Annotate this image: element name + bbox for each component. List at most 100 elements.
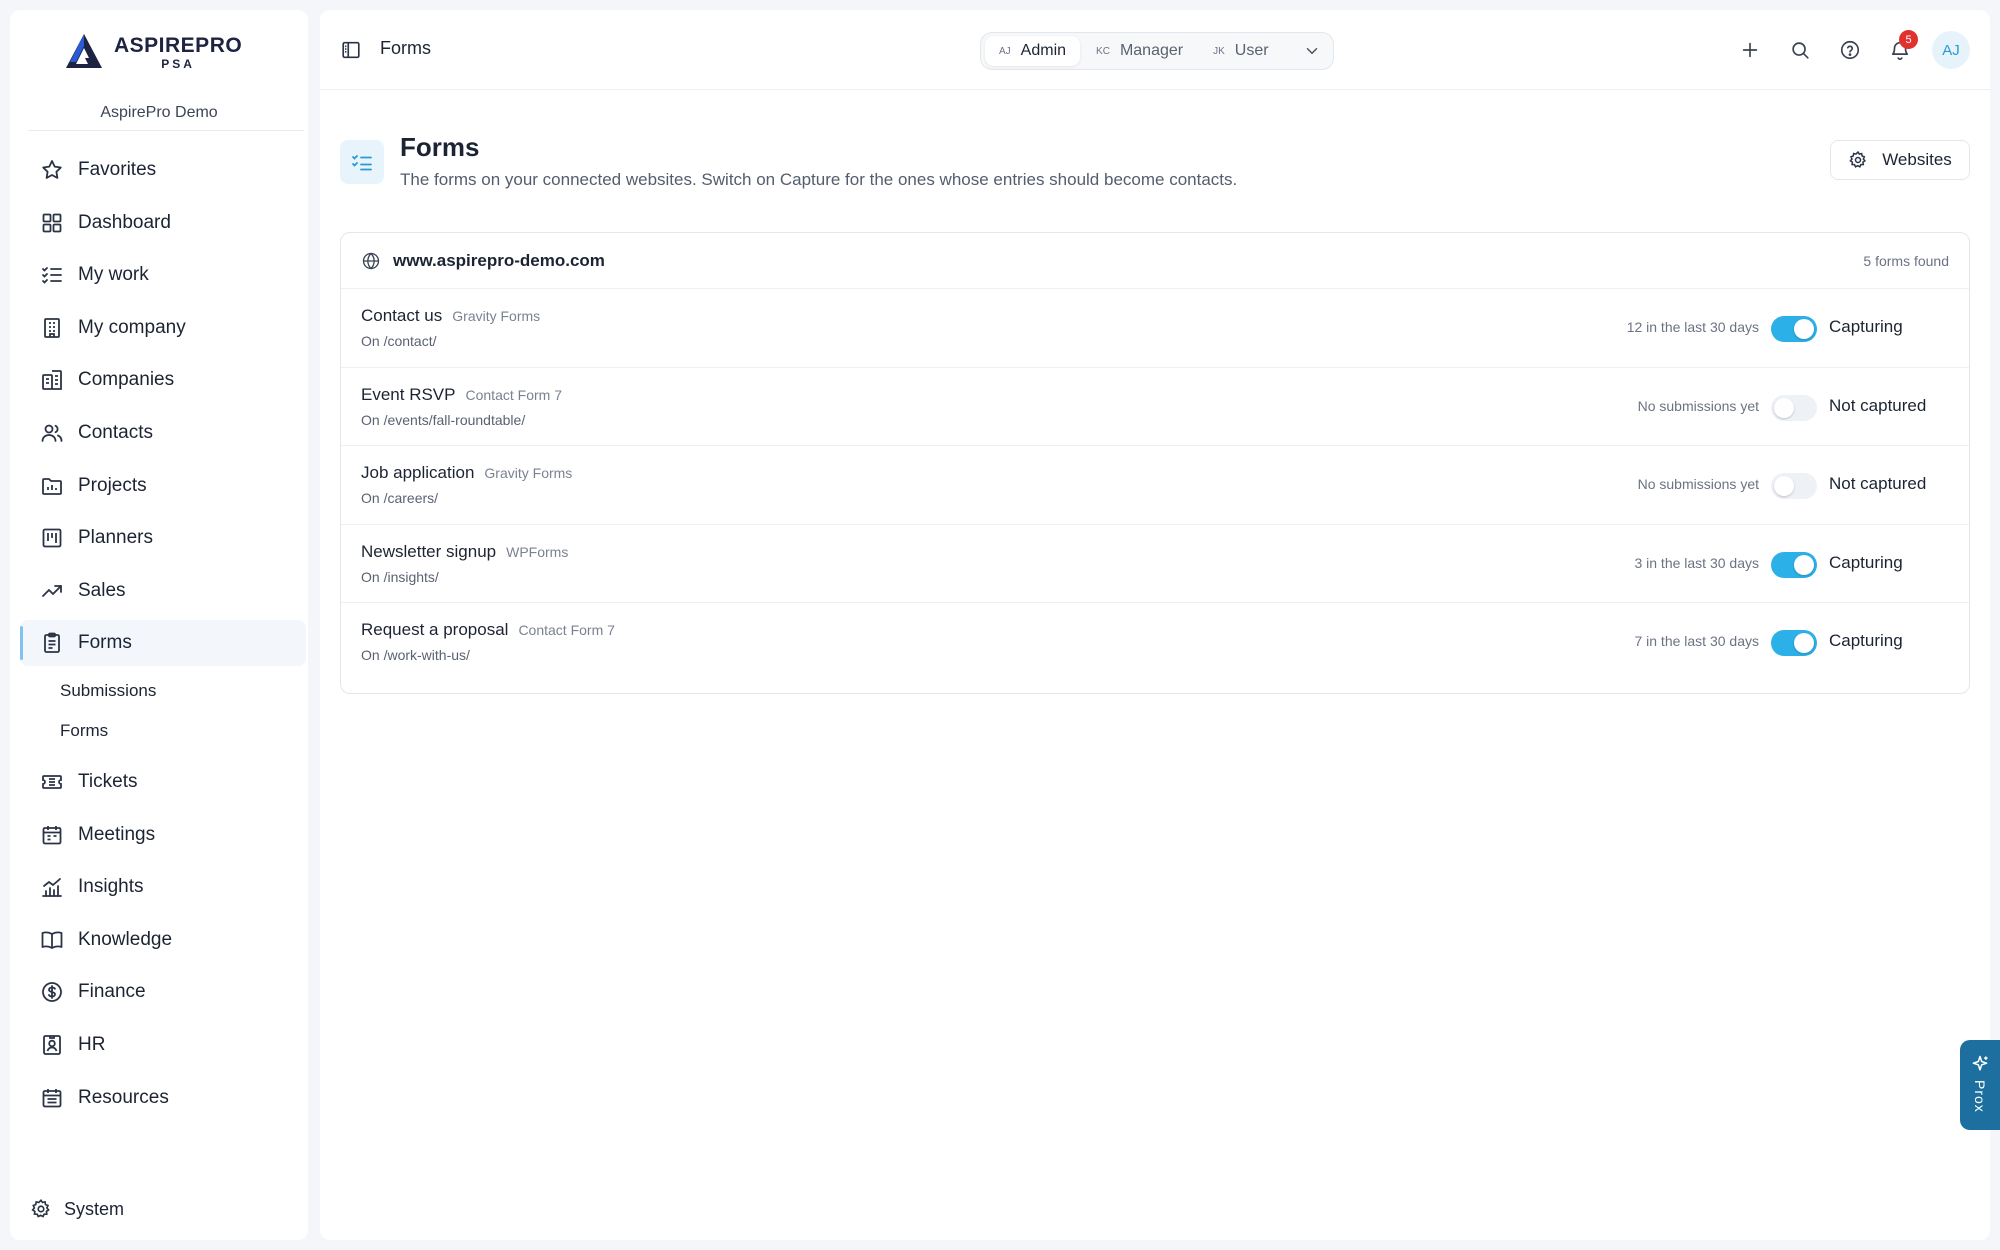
submenu-item-forms[interactable]: Forms [20, 711, 306, 751]
form-plugin: WPForms [506, 543, 569, 560]
websites-button[interactable]: Websites [1830, 140, 1970, 180]
breadcrumb: Forms [380, 38, 431, 58]
form-submission-stat: 7 in the last 30 days [1634, 633, 1759, 650]
plus-icon [1742, 42, 1758, 58]
form-path: On /events/fall-roundtable/ [361, 411, 526, 428]
sidebar-item-label: My work [78, 264, 149, 286]
sidebar-item-sales[interactable]: Sales [20, 568, 306, 614]
role-name: Manager [1119, 42, 1184, 59]
sidebar-item-my-company[interactable]: My company [20, 305, 306, 351]
search-button[interactable] [1780, 30, 1820, 70]
sidebar-item-label: Planners [78, 527, 153, 549]
help-icon [1840, 40, 1860, 60]
form-path: On /contact/ [361, 333, 437, 349]
clipboard-icon [44, 632, 60, 654]
bar-chart-icon [42, 878, 62, 898]
sidebar-item-label: Companies [78, 369, 175, 391]
sidebar-item-planners[interactable]: Planners [20, 515, 306, 561]
form-submission-stat: No submissions yet [1637, 476, 1759, 493]
gear-icon [31, 1198, 50, 1218]
sidebar-item-insights[interactable]: Insights [20, 864, 306, 910]
sidebar-item-projects[interactable]: Projects [20, 463, 306, 509]
role-name: Admin [1020, 42, 1067, 59]
sparkle-icon [1972, 1055, 1988, 1071]
brand-logo[interactable]: ASPIREPRO PSA [64, 32, 242, 72]
role-initials: AJ [999, 45, 1011, 57]
folder-chart-icon [42, 477, 62, 495]
globe-icon [362, 252, 380, 269]
book-icon [41, 931, 63, 949]
sidebar-item-hr[interactable]: HR [20, 1022, 306, 1068]
form-name: Request a proposal [361, 620, 509, 640]
chevron-down-icon[interactable] [1303, 42, 1321, 60]
dashboard-icon [42, 213, 62, 232]
capture-toggle[interactable] [1771, 551, 1817, 578]
avatar[interactable]: AJ [1932, 31, 1970, 69]
page-title: Forms [400, 132, 480, 162]
sidebar-item-knowledge[interactable]: Knowledge [20, 917, 306, 963]
form-submission-stat: 12 in the last 30 days [1626, 319, 1759, 335]
website-forms-card: www.aspirepro-demo.com 5 forms found Con… [340, 232, 1970, 694]
form-path: On /insights/ [361, 568, 439, 585]
buildings-icon [42, 370, 62, 391]
role-admin[interactable]: AJ Admin [985, 36, 1081, 66]
kanban-icon [42, 528, 62, 548]
sidebar-item-dashboard[interactable]: Dashboard [20, 200, 306, 246]
page-icon [340, 140, 384, 184]
brand-name: ASPIREPRO [114, 33, 243, 57]
role-name: User [1234, 42, 1269, 59]
sidebar-nav: Favorites Dashboard My work My company C… [20, 147, 306, 1127]
sidebar-item-label: Finance [78, 981, 146, 1003]
list-check-icon [352, 155, 372, 171]
sidebar-item-favorites[interactable]: Favorites [20, 147, 306, 193]
assistant-tab[interactable]: Prox [1960, 1040, 2000, 1130]
trending-up-icon [42, 584, 62, 597]
forms-submenu: Submissions Forms [20, 671, 306, 751]
sidebar-item-system[interactable]: System [30, 1198, 124, 1220]
capture-toggle[interactable] [1771, 316, 1817, 342]
sidebar-item-meetings[interactable]: Meetings [20, 812, 306, 858]
sidebar-item-resources[interactable]: Resources [20, 1075, 306, 1121]
submenu-item-submissions[interactable]: Submissions [20, 671, 306, 711]
role-user[interactable]: JK User [1199, 36, 1282, 66]
page-header: Forms The forms on your connected websit… [340, 128, 1970, 208]
capture-toggle[interactable] [1771, 473, 1817, 500]
notifications-button[interactable]: 5 [1880, 30, 1920, 70]
star-icon [42, 160, 62, 179]
sidebar: ASPIREPRO PSA AspirePro Demo Favorites D… [10, 10, 308, 1240]
notification-badge: 5 [1899, 30, 1918, 49]
toggle-knob [1774, 476, 1794, 497]
sidebar-item-label: Favorites [78, 159, 157, 180]
sidebar-item-my-work[interactable]: My work [20, 252, 306, 298]
ticket-icon [42, 775, 62, 789]
gear-icon [1849, 150, 1867, 168]
sidebar-item-tickets[interactable]: Tickets [20, 759, 306, 805]
add-button[interactable] [1730, 30, 1770, 70]
sidebar-item-forms[interactable]: Forms [20, 620, 306, 667]
sidebar-item-label: Knowledge [78, 928, 173, 950]
search-icon [1792, 42, 1809, 59]
form-submission-stat: 3 in the last 30 days [1634, 554, 1759, 571]
sidebar-item-label: Tickets [78, 770, 138, 792]
capture-toggle[interactable] [1771, 394, 1817, 421]
sidebar-toggle-icon[interactable] [340, 39, 362, 61]
sidebar-item-finance[interactable]: Finance [20, 969, 306, 1015]
help-button[interactable] [1830, 30, 1870, 70]
users-icon [41, 424, 63, 442]
sidebar-item-companies[interactable]: Companies [20, 357, 306, 403]
sidebar-item-contacts[interactable]: Contacts [20, 410, 306, 456]
form-plugin: Contact Form 7 [465, 386, 562, 403]
form-submission-stat: No submissions yet [1637, 397, 1759, 414]
assistant-label: Prox [1972, 1080, 1988, 1113]
sidebar-item-label: My company [78, 316, 186, 338]
form-row: Event RSVP Contact Form 7 On /events/fall… [341, 368, 1969, 447]
sidebar-item-label: Insights [78, 876, 144, 898]
sidebar-item-label: HR [78, 1033, 106, 1055]
role-switcher: AJ Admin KC Manager JK User [980, 32, 1334, 70]
form-row: Newsletter signup WPForms On /insights/ 3… [341, 525, 1969, 604]
id-badge-icon [43, 1035, 61, 1055]
role-manager[interactable]: KC Manager [1082, 36, 1197, 66]
capture-toggle[interactable] [1771, 630, 1817, 657]
building-icon [44, 317, 60, 338]
sidebar-item-label: Forms [78, 632, 132, 654]
